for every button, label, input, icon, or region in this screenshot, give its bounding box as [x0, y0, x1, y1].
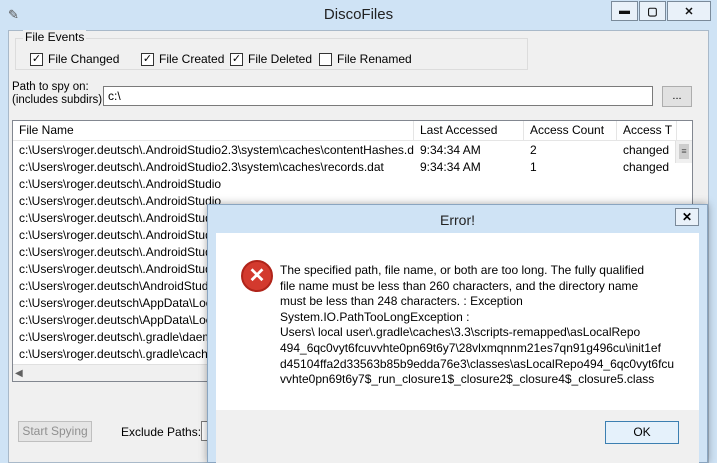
- error-message-line: must be less than 248 characters. : Exce…: [280, 294, 523, 309]
- checkbox-label: File Deleted: [248, 52, 313, 66]
- path-label: Path to spy on: (includes subdirs): [12, 81, 102, 107]
- minimize-button[interactable]: ▬: [611, 1, 638, 21]
- column-header-access-type[interactable]: Access T: [617, 121, 677, 141]
- scroll-thumb-icon[interactable]: ≡: [679, 144, 689, 159]
- title-bar[interactable]: ✎ DiscoFiles ▬ ▢ ✕: [0, 0, 717, 30]
- column-header-last-accessed[interactable]: Last Accessed: [414, 121, 524, 141]
- table-cell: c:\Users\roger.deutsch\.AndroidStudio: [19, 177, 222, 191]
- error-message-line: vvhte0pn69t6y7$_run_closure1$_closure2$_…: [280, 372, 655, 387]
- close-icon: ✕: [681, 210, 693, 224]
- maximize-icon: ▢: [647, 5, 658, 18]
- table-cell: 2: [530, 143, 537, 157]
- checkbox-box[interactable]: ✓: [230, 52, 243, 66]
- error-message-line: Users\ local user\.gradle\caches\3.3\scr…: [280, 325, 641, 340]
- checkbox-box[interactable]: ✓: [141, 52, 154, 66]
- error-icon: ✕: [241, 260, 273, 292]
- browse-button[interactable]: ...: [662, 86, 692, 107]
- checkbox-file-renamed[interactable]: File Renamed: [319, 52, 412, 66]
- table-row[interactable]: c:\Users\roger.deutsch\.AndroidStudio: [13, 176, 673, 193]
- close-button[interactable]: ✕: [667, 1, 711, 21]
- checkbox-label: File Renamed: [337, 52, 412, 66]
- list-header: File Name Last Accessed Access Count Acc…: [13, 121, 692, 141]
- table-row[interactable]: c:\Users\roger.deutsch\.AndroidStudio2.3…: [13, 142, 673, 159]
- table-cell: c:\Users\roger.deutsch\.AndroidStudio2.3…: [19, 143, 414, 157]
- checkbox-label: File Created: [159, 52, 225, 66]
- window-controls: ▬ ▢ ✕: [610, 1, 711, 21]
- dialog-footer: OK: [216, 410, 699, 463]
- file-events-group: File Events ✓ File Changed ✓ File Create…: [15, 30, 528, 70]
- vertical-scrollbar[interactable]: ≡: [675, 141, 692, 163]
- table-cell: 9:34:34 AM: [420, 160, 481, 174]
- table-cell: changed: [623, 143, 670, 157]
- dialog-body: ✕ The specified path, file name, or both…: [216, 233, 699, 410]
- scroll-left-icon[interactable]: ◀: [15, 368, 23, 379]
- maximize-button[interactable]: ▢: [639, 1, 666, 21]
- column-header-access-count[interactable]: Access Count: [524, 121, 617, 141]
- error-message-line: The specified path, file name, or both a…: [280, 263, 645, 277]
- start-spying-button[interactable]: Start Spying: [18, 421, 92, 442]
- checkbox-label: File Changed: [48, 52, 120, 66]
- path-input[interactable]: [103, 86, 653, 106]
- error-message-line: 494_6qc0vyt6fcuvvhte0pn69t6y7\28vlxmqnnm…: [280, 340, 661, 355]
- exclude-paths-label: Exclude Paths:: [121, 425, 202, 439]
- table-row[interactable]: c:\Users\roger.deutsch\.AndroidStudio2.3…: [13, 159, 673, 176]
- close-icon: ✕: [684, 5, 694, 18]
- table-cell: 1: [530, 160, 537, 174]
- file-events-legend: File Events: [23, 30, 87, 44]
- checkbox-box[interactable]: [319, 52, 332, 66]
- checkbox-file-changed[interactable]: ✓ File Changed: [30, 52, 119, 66]
- table-cell: c:\Users\roger.deutsch\.AndroidStudio2.3…: [19, 160, 384, 174]
- dialog-close-button[interactable]: ✕: [675, 208, 699, 226]
- error-message-line: System.IO.PathTooLongException :: [280, 309, 470, 324]
- horizontal-scrollbar[interactable]: ◀: [13, 364, 209, 381]
- checkbox-file-created[interactable]: ✓ File Created: [141, 52, 224, 66]
- error-dialog: Error! ✕ ✕ The specified path, file name…: [207, 204, 708, 463]
- checkbox-file-deleted[interactable]: ✓ File Deleted: [230, 52, 312, 66]
- error-message: The specified path, file name, or both a…: [280, 263, 690, 388]
- table-cell: 9:34:34 AM: [420, 143, 481, 157]
- minimize-icon: ▬: [619, 5, 630, 17]
- path-label-line2: (includes subdirs): [12, 94, 103, 106]
- checkbox-box[interactable]: ✓: [30, 52, 43, 66]
- error-message-line: d45104ffa2d33563b85b9edda76e3\classes\as…: [280, 356, 675, 371]
- column-header-file-name[interactable]: File Name: [13, 121, 414, 141]
- dialog-title: Error!: [440, 212, 475, 228]
- table-cell: changed: [623, 160, 670, 174]
- error-message-line: file name must be less than 260 characte…: [280, 278, 639, 293]
- ok-button[interactable]: OK: [605, 421, 679, 444]
- path-label-line1: Path to spy on:: [12, 81, 89, 93]
